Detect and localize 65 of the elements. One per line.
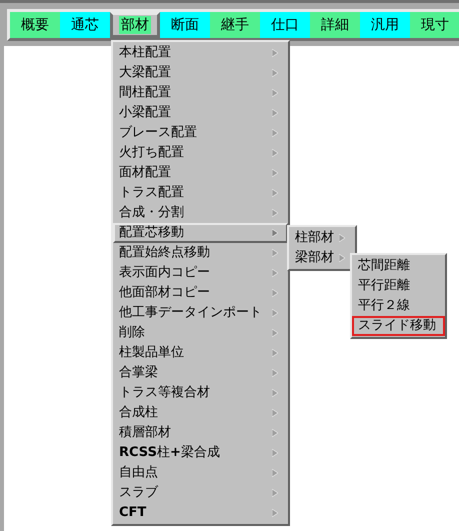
menu-item[interactable]: 合成柱 [113,403,288,423]
menu-item[interactable]: 平行距離 [352,276,445,296]
menu-item[interactable]: 他工事データインポート [113,303,288,323]
submenu-arrow-icon [272,189,278,197]
tab[interactable]: 通芯 [60,12,110,38]
menu-item[interactable]: RCSS柱+梁合成 [113,443,288,463]
menu-item[interactable]: 配置芯移動 [113,223,288,243]
menu-item[interactable]: 芯間距離 [352,256,445,276]
menu-item[interactable]: 平行２線 [352,296,445,316]
submenu-arrow-icon [272,169,278,177]
menu-item[interactable]: 自由点 [113,463,288,483]
submenu-arrow-icon [272,509,278,517]
menu-item[interactable]: 合掌梁 [113,363,288,383]
submenu-arrow-icon [272,209,278,217]
menu-item[interactable]: 表示面内コピー [113,263,288,283]
tab[interactable]: 仕口 [260,12,310,38]
submenu-arrow-icon [272,89,278,97]
submenu-arrow-icon [272,249,278,257]
menu-item[interactable]: 削除 [113,323,288,343]
submenu-arrow-icon [272,129,278,137]
submenu-arrow-icon [272,309,278,317]
submenu-arrow-icon [272,269,278,277]
submenu-arrow-icon [272,389,278,397]
menu-item[interactable]: 面材配置 [113,163,288,183]
submenu-arrow-icon [272,289,278,297]
menu-item[interactable]: スライド移動 [352,316,445,336]
tab[interactable]: 概要 [10,12,60,38]
menu-item[interactable]: CFT [113,503,288,523]
menu-item[interactable]: 他面部材コピー [113,283,288,303]
menu-item[interactable]: 積層部材 [113,423,288,443]
menu-item[interactable]: 柱部材 [289,228,355,248]
menu-item[interactable]: トラス等複合材 [113,383,288,403]
submenu-arrow-icon [272,149,278,157]
submenu-arrow-icon [272,69,278,77]
tab[interactable]: 断面 [160,12,210,38]
menu-item[interactable]: 合成・分割 [113,203,288,223]
menu-item[interactable]: 火打ち配置 [113,143,288,163]
submenu-arrow-icon [272,109,278,117]
tab[interactable]: 現寸 [410,12,459,38]
tab[interactable]: 部材 [110,12,160,38]
menu-item[interactable]: 本柱配置 [113,43,288,63]
tab[interactable]: 継手 [210,12,260,38]
submenu-arrow-icon [272,409,278,417]
menu-item[interactable]: 大梁配置 [113,63,288,83]
menu-item[interactable]: 梁部材 [289,248,355,268]
submenu-arrow-icon [339,254,345,262]
submenu-arrow-icon [272,349,278,357]
menu-item[interactable]: 柱製品単位 [113,343,288,363]
submenu-arrow-icon [272,449,278,457]
menu-item[interactable]: スラブ [113,483,288,503]
submenu-arrow-icon [272,369,278,377]
menu-item[interactable]: 配置始終点移動 [113,243,288,263]
submenu-arrow-icon [339,234,345,242]
submenu-arrow-icon [272,49,278,57]
tab[interactable]: 汎用 [360,12,410,38]
menu-item[interactable]: ブレース配置 [113,123,288,143]
submenu-arrow-icon [272,489,278,497]
menu-item[interactable]: 間柱配置 [113,83,288,103]
submenu-arrow-icon [272,329,278,337]
submenu-arrow-icon [272,469,278,477]
menu-item[interactable]: トラス配置 [113,183,288,203]
menu-item[interactable]: 小梁配置 [113,103,288,123]
tab[interactable]: 詳細 [310,12,360,38]
submenu-arrow-icon [272,429,278,437]
submenu-arrow-icon [272,229,278,237]
